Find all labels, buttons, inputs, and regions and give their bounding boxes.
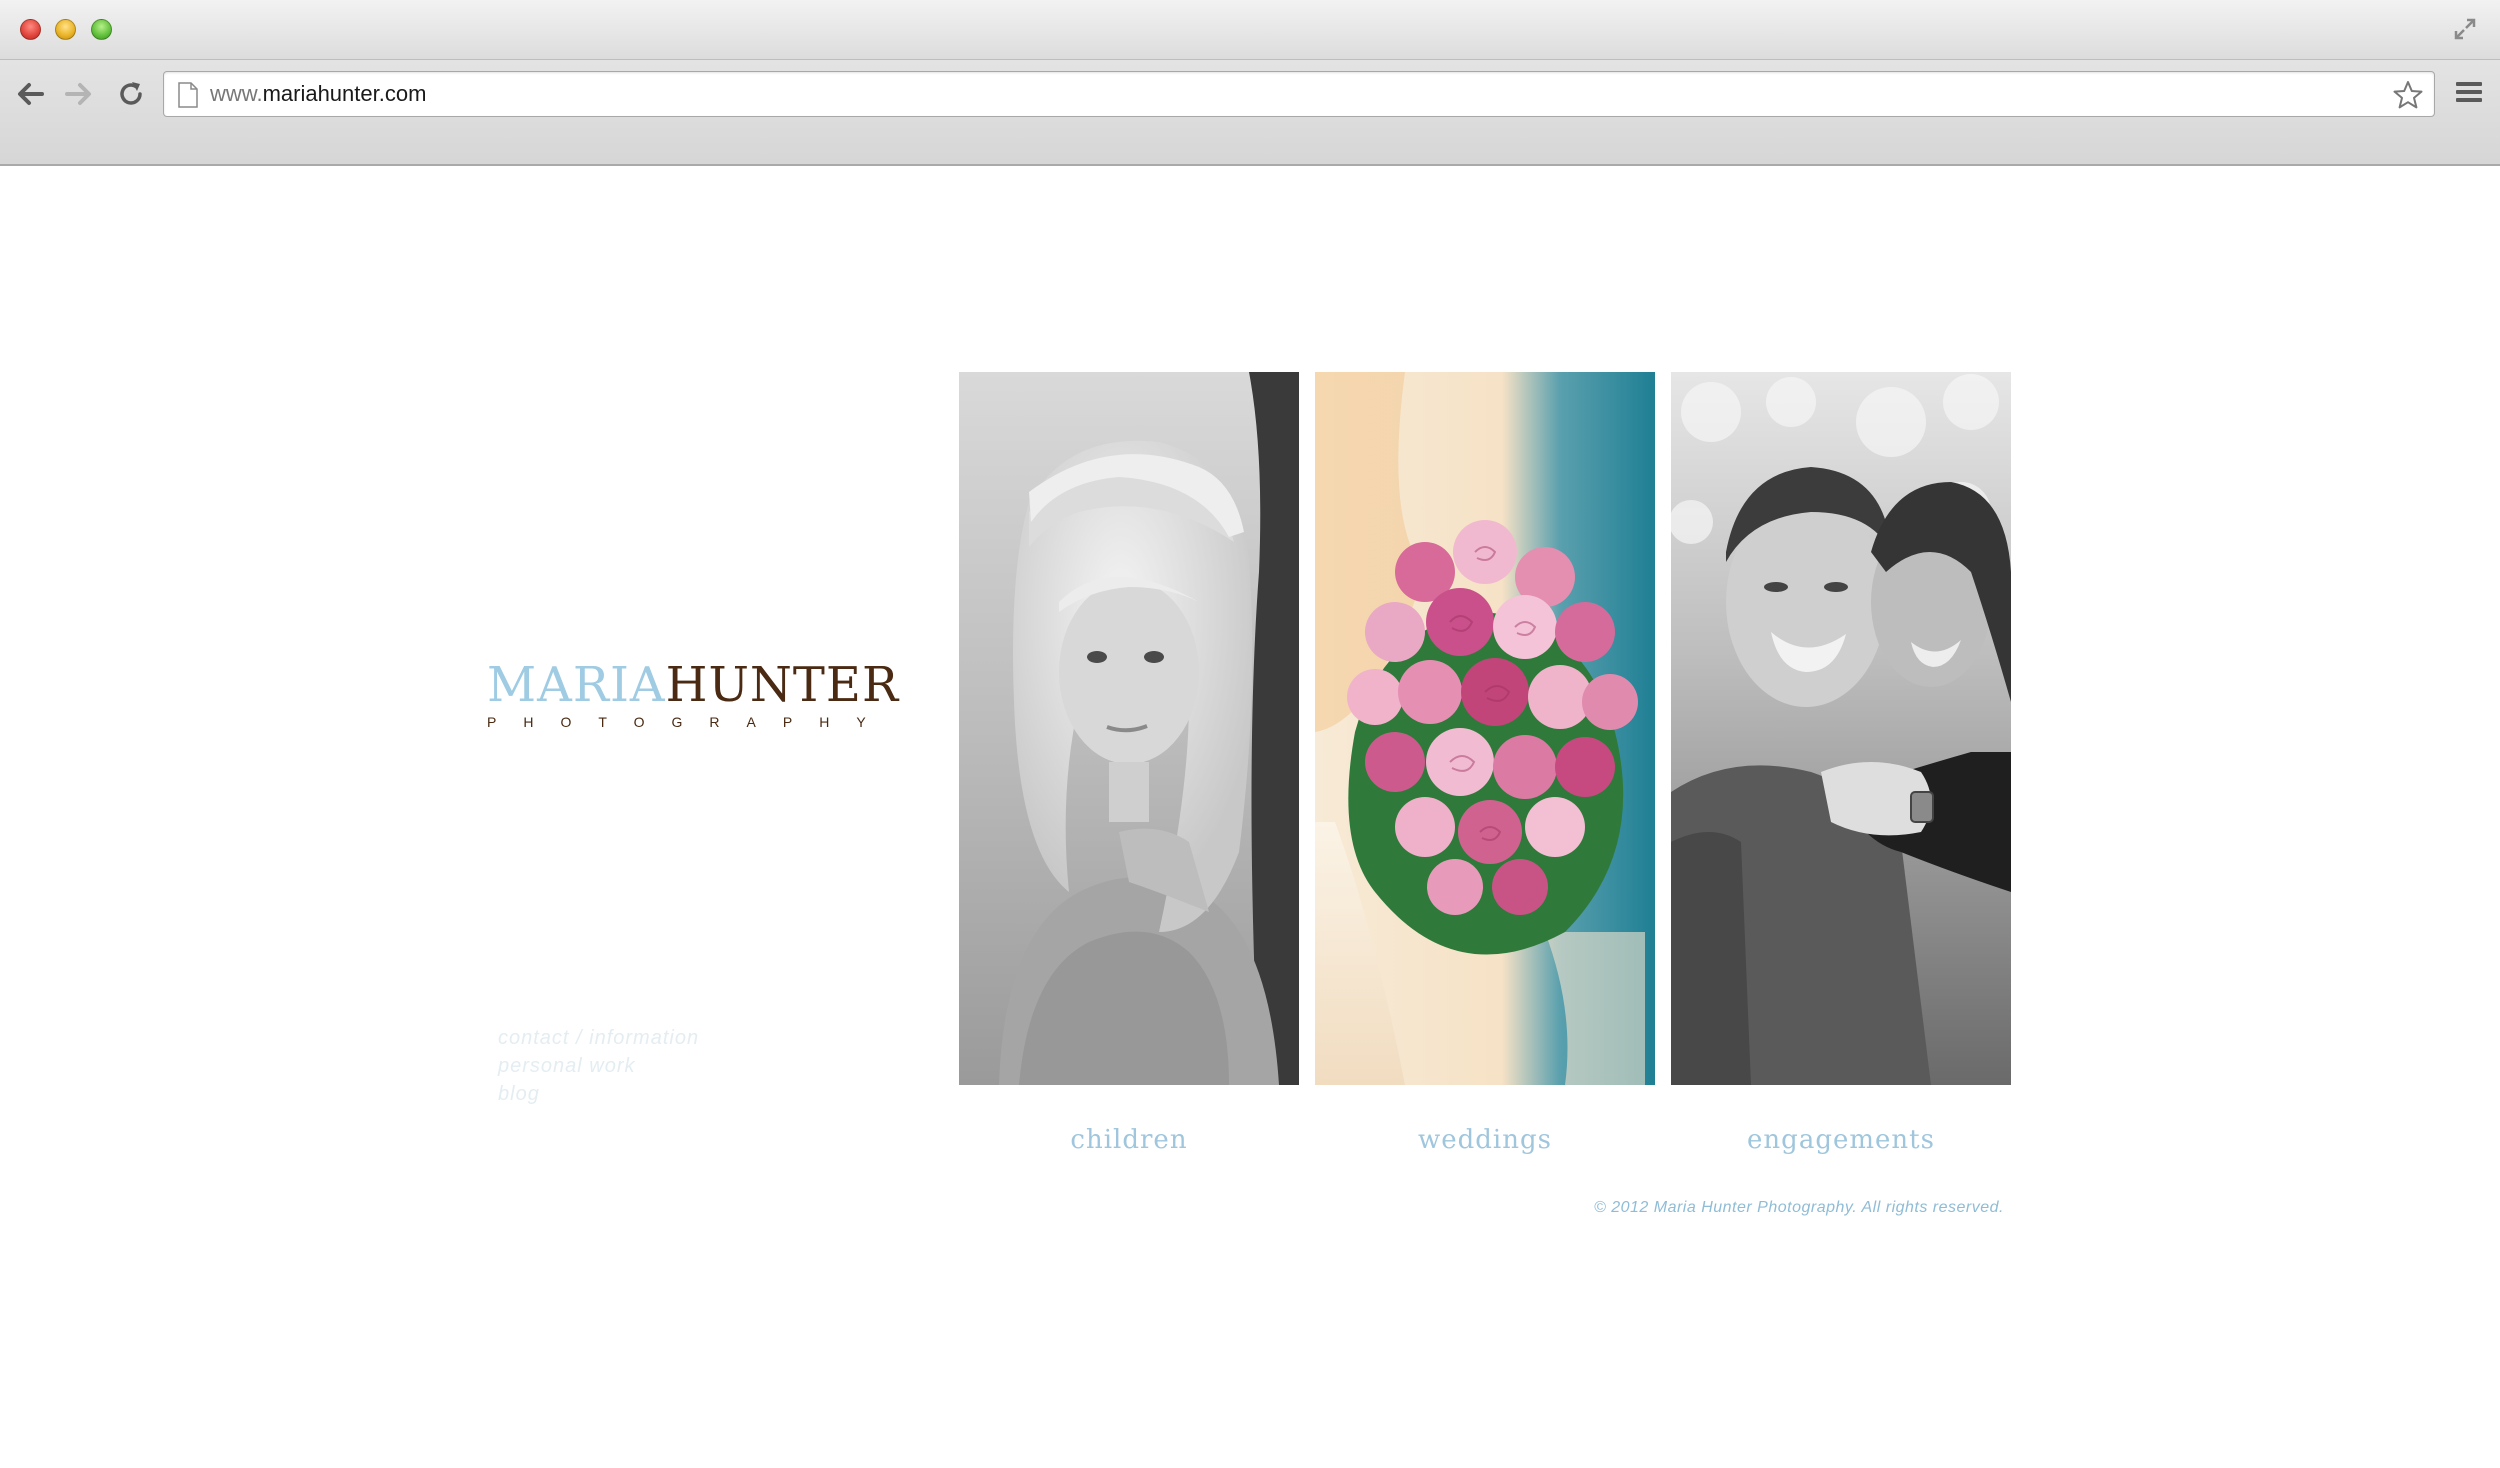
arrow-left-icon xyxy=(18,83,44,105)
gallery-image-engagements[interactable] xyxy=(1671,372,2011,1085)
logo-first-name: MARIA xyxy=(487,657,666,713)
site-logo[interactable]: MARIAHUNTER PHOTOGRAPHY xyxy=(487,657,898,730)
gallery-image-children[interactable] xyxy=(959,372,1299,1085)
web-page: MARIAHUNTER PHOTOGRAPHY contact / inform… xyxy=(0,166,2500,1468)
gallery-link-children[interactable]: children xyxy=(959,1125,1299,1155)
copyright-notice: © 2012 Maria Hunter Photography. All rig… xyxy=(1593,1199,2004,1216)
browser-toolbar: www.mariahunter.com xyxy=(0,60,2500,166)
minimize-window-button[interactable] xyxy=(55,19,76,40)
logo-subtitle: PHOTOGRAPHY xyxy=(487,714,893,730)
reload-icon xyxy=(120,82,142,105)
address-bar[interactable]: www.mariahunter.com xyxy=(163,71,2435,117)
gallery-link-weddings[interactable]: weddings xyxy=(1315,1125,1655,1155)
gallery-link-engagements[interactable]: engagements xyxy=(1671,1125,2011,1155)
zoom-window-button[interactable] xyxy=(91,19,112,40)
forward-button[interactable] xyxy=(59,74,99,114)
fullscreen-icon[interactable] xyxy=(2450,14,2480,44)
nav-link-blog[interactable]: blog xyxy=(498,1080,798,1108)
nav-link-personal-work[interactable]: personal work xyxy=(498,1052,798,1080)
window-titlebar xyxy=(0,0,2500,60)
url-text[interactable]: www.mariahunter.com xyxy=(210,72,426,116)
reload-button[interactable] xyxy=(111,74,151,114)
arrow-right-icon xyxy=(65,83,91,105)
back-button[interactable] xyxy=(10,74,50,114)
bookmark-star-button[interactable] xyxy=(2392,79,2424,111)
star-icon xyxy=(2393,81,2423,109)
close-window-button[interactable] xyxy=(20,19,41,40)
logo-last-name: HUNTER xyxy=(665,657,900,713)
browser-chrome: www.mariahunter.com xyxy=(0,0,2500,166)
browser-menu-button[interactable] xyxy=(2452,76,2486,108)
logo-wordmark: MARIAHUNTER xyxy=(487,657,898,713)
nav-link-contact[interactable]: contact / information xyxy=(498,1024,798,1052)
hamburger-menu-icon xyxy=(2456,82,2482,102)
page-icon xyxy=(178,82,198,108)
url-host: mariahunter.com xyxy=(262,81,427,106)
side-nav: contact / information personal work blog xyxy=(498,1024,798,1108)
url-prefix: www. xyxy=(210,81,263,106)
gallery-image-weddings[interactable] xyxy=(1315,372,1655,1085)
